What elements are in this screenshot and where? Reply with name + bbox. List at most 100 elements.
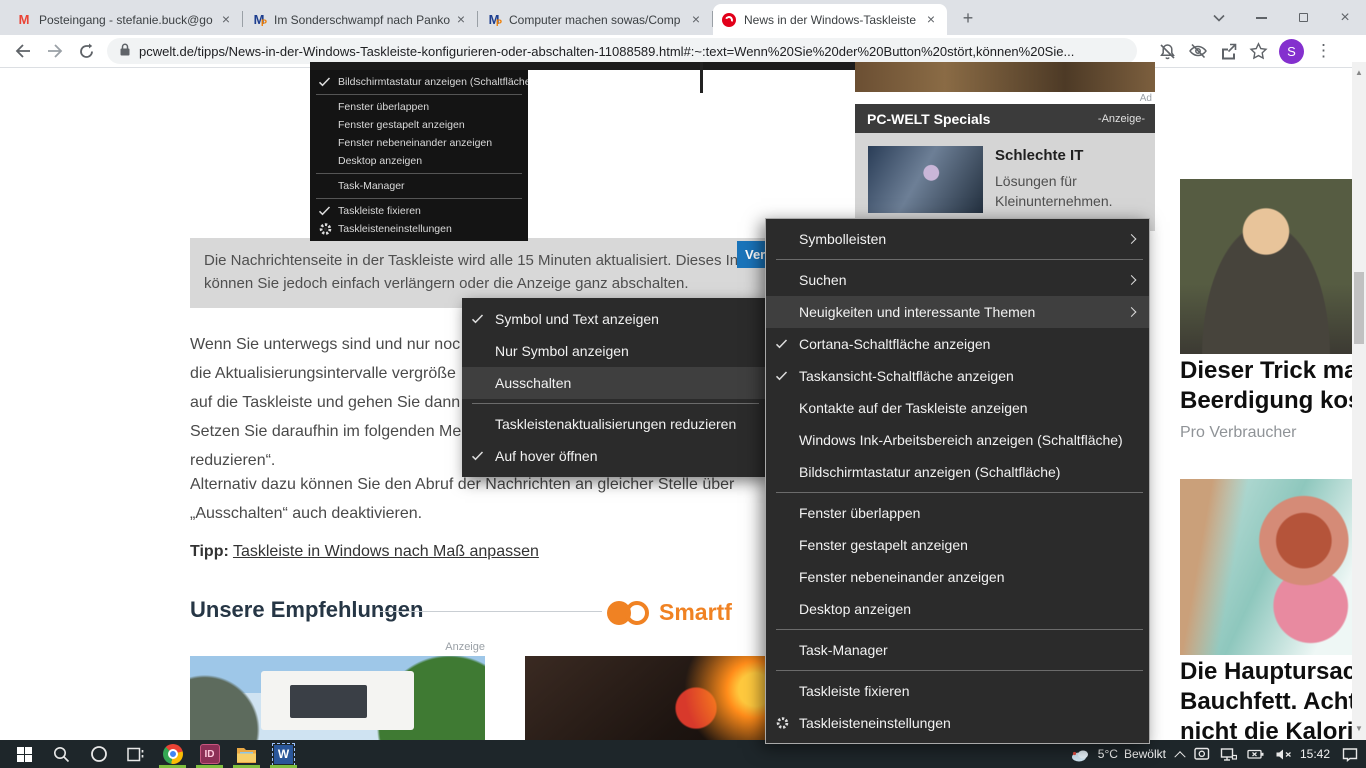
page-scrollbar[interactable]: [1352, 62, 1366, 740]
browser-menu-icon[interactable]: ⋮: [1315, 41, 1332, 61]
browser-tab-4[interactable]: News in der Windows-Taskleiste×: [713, 4, 947, 35]
tipp-link[interactable]: Taskleiste in Windows nach Maß anpassen: [233, 543, 539, 560]
menu-item-bildschirmtastatur-anzeigen-schaltfläche[interactable]: Bildschirmtastatur anzeigen (Schaltfläch…: [766, 456, 1149, 488]
weather-widget[interactable]: 5°C Bewölkt: [1070, 747, 1166, 762]
menu-item-taskleiste-fixieren[interactable]: Taskleiste fixieren: [310, 202, 528, 220]
mp-favicon-icon: MP: [251, 12, 267, 28]
window-minimize-button[interactable]: [1240, 0, 1282, 35]
menu-item-fenster-gestapelt-anzeigen[interactable]: Fenster gestapelt anzeigen: [310, 116, 528, 134]
action-center-icon[interactable]: [1342, 747, 1358, 762]
menu-item-task-manager[interactable]: Task-Manager: [766, 634, 1149, 666]
tab-close-icon[interactable]: ×: [923, 12, 939, 28]
notifications-blocked-icon[interactable]: [1158, 42, 1177, 61]
window-close-button[interactable]: ×: [1324, 0, 1366, 35]
bookmark-star-icon[interactable]: [1249, 42, 1268, 60]
tab-close-icon[interactable]: ×: [218, 12, 234, 28]
recommendation-thumbnail-camper[interactable]: [190, 656, 485, 740]
menu-item-label: Taskleiste fixieren: [799, 683, 910, 699]
taskbar-start-button[interactable]: [6, 740, 43, 768]
menu-item-fenster-überlappen[interactable]: Fenster überlappen: [766, 497, 1149, 529]
menu-item-label: Desktop anzeigen: [338, 155, 422, 167]
taskbar-word-button[interactable]: W: [265, 740, 302, 768]
network-icon[interactable]: [1220, 747, 1237, 762]
gmail-favicon-icon: M: [16, 12, 32, 28]
hidden-eye-icon[interactable]: [1188, 42, 1208, 60]
profile-avatar[interactable]: S: [1279, 39, 1304, 64]
top-ad-image[interactable]: [855, 62, 1155, 92]
menu-item-ausschalten[interactable]: Ausschalten: [462, 367, 765, 399]
ad-tag: Ad: [1100, 93, 1152, 104]
battery-icon[interactable]: [1247, 748, 1265, 760]
reload-icon[interactable]: [78, 43, 95, 60]
menu-item-fenster-nebeneinander-anzeigen[interactable]: Fenster nebeneinander anzeigen: [310, 134, 528, 152]
back-icon[interactable]: [14, 43, 32, 59]
menu-item-symbol-und-text-anzeigen[interactable]: Symbol und Text anzeigen: [462, 303, 765, 335]
taskbar-explorer-button[interactable]: [228, 740, 265, 768]
windows-logo-icon: [17, 747, 32, 762]
menu-item-bildschirmtastatur-anzeigen-schaltfläche[interactable]: Bildschirmtastatur anzeigen (Schaltfläch…: [310, 73, 528, 91]
menu-item-label: Taskleisteneinstellungen: [338, 223, 452, 235]
menu-item-taskleisteneinstellungen[interactable]: Taskleisteneinstellungen: [310, 220, 528, 238]
menu-item-windows-ink-arbeitsbereich-anzeigen-schaltfläche[interactable]: Windows Ink-Arbeitsbereich anzeigen (Sch…: [766, 424, 1149, 456]
taskbar-clock[interactable]: 15:42: [1300, 747, 1330, 761]
menu-item-label: Fenster gestapelt anzeigen: [799, 537, 968, 553]
menu-item-label: Ausschalten: [495, 375, 571, 391]
window-chevron-down-icon[interactable]: [1198, 0, 1240, 35]
new-tab-button[interactable]: +: [955, 5, 981, 31]
menu-item-neuigkeiten-und-interessante-themen[interactable]: Neuigkeiten und interessante Themen: [766, 296, 1149, 328]
screen-cast-icon[interactable]: [1194, 747, 1210, 761]
menu-item-task-manager[interactable]: Task-Manager: [310, 177, 528, 195]
volume-muted-icon[interactable]: [1275, 748, 1292, 761]
menu-item-label: Auf hover öffnen: [495, 448, 597, 464]
menu-item-label: Fenster nebeneinander anzeigen: [799, 569, 1005, 585]
browser-tab-2[interactable]: MPIm Sonderschwampf nach Panko×: [243, 4, 477, 35]
menu-item-fenster-nebeneinander-anzeigen[interactable]: Fenster nebeneinander anzeigen: [766, 561, 1149, 593]
menu-item-suchen[interactable]: Suchen: [766, 264, 1149, 296]
browser-tab-3[interactable]: MPComputer machen sowas/Comp×: [478, 4, 712, 35]
window-maximize-button[interactable]: [1282, 0, 1324, 35]
tab-close-icon[interactable]: ×: [453, 12, 469, 28]
forward-icon[interactable]: [46, 43, 64, 59]
address-bar[interactable]: pcwelt.de/tipps/News-in-der-Windows-Task…: [107, 38, 1137, 64]
menu-item-desktop-anzeigen[interactable]: Desktop anzeigen: [310, 152, 528, 170]
menu-separator: [776, 629, 1143, 630]
menu-item-fenster-gestapelt-anzeigen[interactable]: Fenster gestapelt anzeigen: [766, 529, 1149, 561]
menu-item-auf-hover-öffnen[interactable]: Auf hover öffnen: [462, 440, 765, 472]
menu-separator: [472, 403, 759, 404]
taskbar-taskview-button[interactable]: [117, 740, 154, 768]
menu-item-label: Windows Ink-Arbeitsbereich anzeigen (Sch…: [799, 432, 1123, 448]
taskbar-cortana-button[interactable]: [80, 740, 117, 768]
menu-item-taskleisteneinstellungen[interactable]: Taskleisteneinstellungen: [766, 707, 1149, 739]
divider: [380, 611, 602, 612]
menu-item-label: Suchen: [799, 272, 846, 288]
taskbar-search-button[interactable]: [43, 740, 80, 768]
ad-image-medical[interactable]: [1180, 479, 1352, 655]
scrollbar-down-arrow[interactable]: ▼: [1352, 724, 1366, 733]
scrollbar-up-arrow[interactable]: ▲: [1352, 68, 1366, 77]
taskbar-chrome-button[interactable]: [154, 740, 191, 768]
tray-chevron-up-icon[interactable]: [1176, 750, 1184, 758]
menu-item-desktop-anzeigen[interactable]: Desktop anzeigen: [766, 593, 1149, 625]
specials-anzeige: -Anzeige-: [1098, 113, 1145, 125]
menu-item-symbolleisten[interactable]: Symbolleisten: [766, 223, 1149, 255]
menu-item-taskleistenaktualisierungen-reduzieren[interactable]: Taskleistenaktualisierungen reduzieren: [462, 408, 765, 440]
browser-tab-1[interactable]: MPosteingang - stefanie.buck@go×: [8, 4, 242, 35]
ad-headline[interactable]: Die HauptursacheBauchfett. Achtungnicht …: [1180, 657, 1352, 747]
text-line: „Ausschalten“ auch deaktivieren.: [190, 499, 765, 528]
tab-close-icon[interactable]: ×: [688, 12, 704, 28]
pcwelt-specials-item[interactable]: Schlechte IT Lösungen für Kleinunternehm…: [855, 133, 1155, 231]
menu-item-label: Bildschirmtastatur anzeigen (Schaltfläch…: [799, 464, 1060, 480]
menu-item-kontakte-auf-der-taskleiste-anzeigen[interactable]: Kontakte auf der Taskleiste anzeigen: [766, 392, 1149, 424]
scrollbar-thumb[interactable]: [1354, 272, 1364, 344]
taskbar-indesign-button[interactable]: ID: [191, 740, 228, 768]
share-icon[interactable]: [1219, 42, 1238, 60]
ad-headline[interactable]: Dieser Trick machtBeerdigung kosten: [1180, 356, 1352, 416]
ad-image-man[interactable]: [1180, 179, 1352, 354]
menu-item-nur-symbol-anzeigen[interactable]: Nur Symbol anzeigen: [462, 335, 765, 367]
menu-item-taskansicht-schaltfläche-anzeigen[interactable]: Taskansicht-Schaltfläche anzeigen: [766, 360, 1149, 392]
recommendations-title: Unsere Empfehlungen: [190, 597, 423, 623]
menu-item-cortana-schaltfläche-anzeigen[interactable]: Cortana-Schaltfläche anzeigen: [766, 328, 1149, 360]
text-line: Die Hauptursache: [1180, 657, 1352, 687]
menu-item-fenster-überlappen[interactable]: Fenster überlappen: [310, 98, 528, 116]
menu-item-taskleiste-fixieren[interactable]: Taskleiste fixieren: [766, 675, 1149, 707]
